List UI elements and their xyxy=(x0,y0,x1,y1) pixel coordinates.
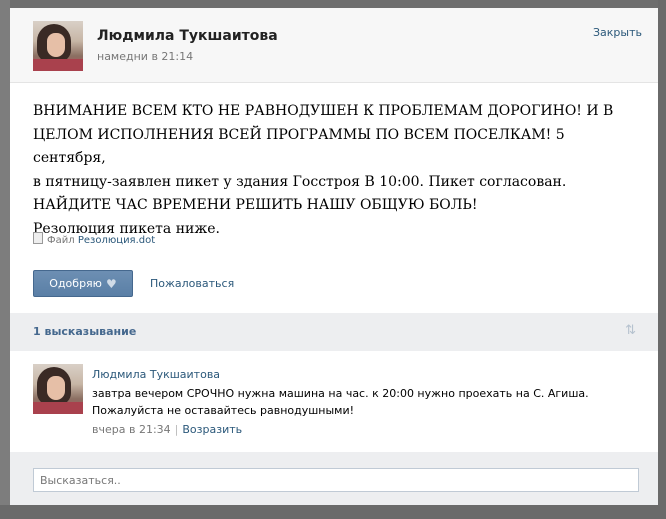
post-header: Людмила Тукшаитова намедни в 21:14 Закры… xyxy=(10,8,658,83)
attachment-prefix: Файл xyxy=(47,235,75,246)
avatar-face xyxy=(47,376,65,400)
comment-meta: вчера в 21:34 | Возразить xyxy=(92,423,242,436)
attachment-row: Файл Резолюция.dot xyxy=(33,232,155,246)
sort-arrows-icon[interactable]: ⇅ xyxy=(625,323,636,338)
comment-author-avatar[interactable] xyxy=(33,364,83,414)
comment-text-line: Пожалуйста не оставайтесь равнодушными! xyxy=(92,404,355,417)
comments-count[interactable]: 1 высказывание xyxy=(33,325,136,338)
file-icon xyxy=(33,232,43,244)
close-button[interactable]: Закрыть xyxy=(593,26,642,39)
post-body: ВНИМАНИЕ ВСЕМ КТО НЕ РАВНОДУШЕН К ПРОБЛЕ… xyxy=(33,100,641,241)
author-avatar[interactable] xyxy=(33,21,83,71)
post-text-line: ЦЕЛОМ ИСПОЛНЕНИЯ ВСЕЙ ПРОГРАММЫ ПО ВСЕМ … xyxy=(33,126,565,167)
avatar-face xyxy=(47,33,65,57)
reply-area xyxy=(10,452,658,505)
like-button[interactable]: Одобряю ♥ xyxy=(33,270,133,297)
reply-link[interactable]: Возразить xyxy=(182,423,242,436)
post-text-line: ВНИМАНИЕ ВСЕМ КТО НЕ РАВНОДУШЕН К ПРОБЛЕ… xyxy=(33,103,614,119)
reply-input[interactable] xyxy=(33,468,639,492)
comment-text-line: завтра вечером СРОЧНО нужна машина на ча… xyxy=(92,387,589,400)
comment-text: завтра вечером СРОЧНО нужна машина на ча… xyxy=(92,385,632,419)
heart-icon: ♥ xyxy=(105,276,117,291)
background-left-strip xyxy=(0,0,10,519)
like-button-label: Одобряю xyxy=(49,277,102,290)
avatar-shoulder xyxy=(33,59,83,71)
meta-separator: | xyxy=(174,423,179,436)
avatar-shoulder xyxy=(33,402,83,414)
complain-link[interactable]: Пожаловаться xyxy=(150,277,234,290)
post-author-name[interactable]: Людмила Тукшаитова xyxy=(97,28,278,44)
post-timestamp: намедни в 21:14 xyxy=(97,50,194,63)
comment-author-name[interactable]: Людмила Тукшаитова xyxy=(92,368,220,381)
attachment-link[interactable]: Резолюция.dot xyxy=(78,235,155,246)
comments-header: 1 высказывание ⇅ xyxy=(10,313,658,351)
post-text-line: НАЙДИТЕ ЧАС ВРЕМЕНИ РЕШИТЬ НАШУ ОБЩУЮ БО… xyxy=(33,197,478,213)
background-bottom-strip xyxy=(0,505,666,519)
post-text-line: в пятницу-заявлен пикет у здания Госстро… xyxy=(33,173,567,190)
background-right-strip xyxy=(658,0,666,519)
comment-timestamp: вчера в 21:34 xyxy=(92,423,171,436)
